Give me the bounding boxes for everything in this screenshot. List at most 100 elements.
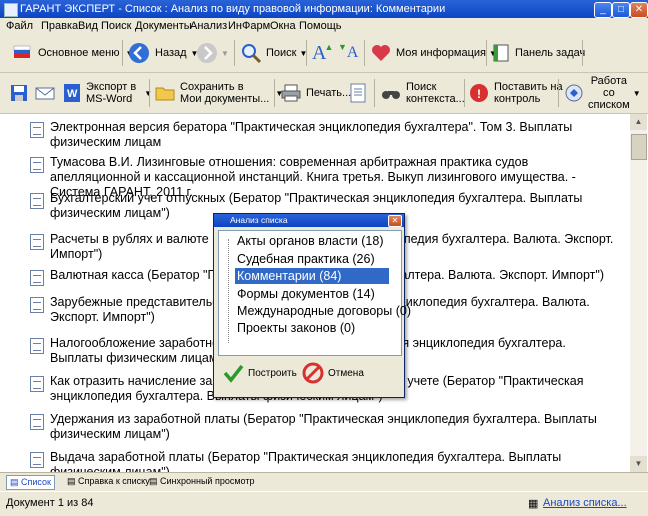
save-to-my-documents-button[interactable]: Сохранить в Мои документы... ▼ (154, 73, 283, 113)
put-on-control-button[interactable]: ! Поставить на контроль (468, 73, 563, 113)
divider (374, 79, 375, 107)
arrow-up-icon: ▲ (324, 42, 334, 52)
folder-icon (155, 87, 175, 101)
divider (122, 40, 123, 66)
close-button[interactable]: ✕ (630, 2, 648, 18)
tree-item-selected[interactable]: Комментарии (84) (235, 268, 389, 284)
title-bar: ГАРАНТ ЭКСПЕРТ - Список : Анализ по виду… (0, 0, 648, 18)
save-disk-button[interactable] (9, 73, 29, 113)
menu-windows[interactable]: Окна (270, 20, 296, 32)
tasks-panel-button[interactable]: Панель задач (492, 34, 585, 72)
context-search-button[interactable]: Поиск контекста... (380, 73, 465, 113)
tab-synchronous-view[interactable]: ▤ Синхронный просмотр (146, 475, 257, 488)
menu-file[interactable]: Файл (6, 20, 33, 32)
window-title: ГАРАНТ ЭКСПЕРТ - Список : Анализ по виду… (20, 3, 446, 15)
list-analysis-dialog: Анализ списка ✕ Акты органов власти (18)… (213, 213, 411, 398)
dialog-close-button[interactable]: ✕ (388, 215, 402, 227)
maximize-button[interactable]: □ (612, 2, 630, 18)
divider (582, 40, 583, 66)
minimize-button[interactable]: _ (594, 2, 612, 18)
document-icon (30, 414, 44, 430)
analysis-tree: Акты органов власти (18) Судебная практи… (218, 230, 411, 356)
divider (486, 40, 487, 66)
svg-text:!: ! (477, 87, 481, 101)
forward-button[interactable]: ▼ (196, 34, 229, 72)
tree-item[interactable]: Формы документов (14) (235, 286, 377, 302)
document-icon (30, 122, 44, 138)
svg-text:W: W (67, 88, 78, 100)
divider (364, 40, 365, 66)
scroll-up-button[interactable]: ▲ (630, 114, 647, 130)
cancel-button[interactable]: Отмена (302, 362, 364, 384)
document-icon (30, 193, 44, 209)
word-icon: W (64, 84, 80, 102)
font-decrease-button[interactable]: ▼ A (338, 34, 358, 72)
tree-item[interactable]: Международные договоры (0) (235, 303, 413, 319)
document-icon (350, 83, 366, 103)
main-menu-button[interactable]: Основное меню ▼ (12, 34, 133, 72)
main-toolbar: Основное меню ▼ Назад ▼ ▼ Поиск ▼ A ▲ ▼ … (0, 34, 648, 73)
menu-search[interactable]: Поиск (101, 20, 131, 32)
document-icon (30, 376, 44, 392)
list-analysis-link[interactable]: Анализ списка... (543, 497, 627, 509)
work-with-list-button[interactable]: Работа со списком ▼ (564, 73, 641, 113)
forward-arrow-icon (197, 43, 217, 63)
scroll-down-button[interactable]: ▼ (630, 456, 647, 472)
document-counter: Документ 1 из 84 (6, 497, 94, 509)
reference-icon: ▤ (67, 476, 79, 486)
menu-infarm[interactable]: ИнФарм (228, 20, 270, 32)
search-button[interactable]: Поиск ▼ (240, 34, 307, 72)
floppy-disk-icon (11, 85, 27, 101)
analysis-link-icon: ▦ (528, 498, 539, 510)
document-icon (30, 338, 44, 354)
menu-documents[interactable]: Документы (135, 20, 192, 32)
back-button[interactable]: Назад ▼ (128, 34, 198, 72)
sync-icon: ▤ (149, 476, 161, 486)
tree-connector (228, 239, 230, 343)
document-icon (30, 452, 44, 468)
divider (306, 40, 307, 66)
menu-help[interactable]: Помощь (299, 20, 342, 32)
menu-view[interactable]: Вид (78, 20, 98, 32)
font-increase-button[interactable]: A ▲ (312, 34, 333, 72)
back-arrow-icon (129, 43, 149, 63)
tree-item[interactable]: Судебная практика (26) (235, 251, 377, 267)
menu-edit[interactable]: Правка (41, 20, 78, 32)
list-work-icon (565, 84, 583, 102)
divider (464, 79, 465, 107)
divider (149, 79, 150, 107)
tab-list[interactable]: ▤ Список (6, 475, 55, 490)
font-decrease-icon: A (346, 44, 359, 61)
menu-analysis[interactable]: Анализ (190, 20, 227, 32)
menu-bar: Файл Правка Вид Поиск Документы Анализ И… (0, 18, 648, 34)
mail-button[interactable] (34, 73, 56, 113)
chevron-down-icon: ▼ (632, 88, 641, 98)
build-button[interactable]: Построить (222, 362, 297, 384)
divider (274, 79, 275, 107)
divider (558, 79, 559, 107)
search-icon (242, 44, 262, 64)
divider (234, 40, 235, 66)
printer-icon (281, 84, 301, 102)
export-word-button[interactable]: W Экспорт в MS-Word ▼ (62, 73, 152, 113)
status-bar: Документ 1 из 84 ▦ Анализ списка... (0, 492, 648, 516)
document-icon (30, 234, 44, 250)
dialog-title-bar: Анализ списка ✕ (214, 214, 404, 227)
app-icon (4, 3, 18, 17)
heart-icon (372, 45, 390, 61)
tree-item[interactable]: Проекты законов (0) (235, 320, 357, 336)
print-button[interactable]: Печать... (280, 73, 351, 113)
dialog-title: Анализ списка (230, 215, 288, 225)
vertical-scrollbar[interactable]: ▲ ▼ (630, 114, 647, 472)
view-tabs: ▤ Список ▤ Справка к списку ▤ Синхронный… (0, 472, 648, 491)
document-preview-button[interactable] (348, 73, 368, 113)
flag-icon (13, 45, 31, 58)
panel-icon (493, 44, 509, 62)
scroll-thumb[interactable] (631, 134, 647, 160)
my-info-button[interactable]: Моя информация ▼ (370, 34, 497, 72)
tree-item[interactable]: Акты органов власти (18) (235, 233, 386, 249)
document-icon (30, 157, 44, 173)
tab-list-reference[interactable]: ▤ Справка к списку (64, 475, 153, 488)
list-tab-icon: ▤ (10, 477, 22, 487)
chevron-down-icon: ▼ (221, 48, 229, 58)
